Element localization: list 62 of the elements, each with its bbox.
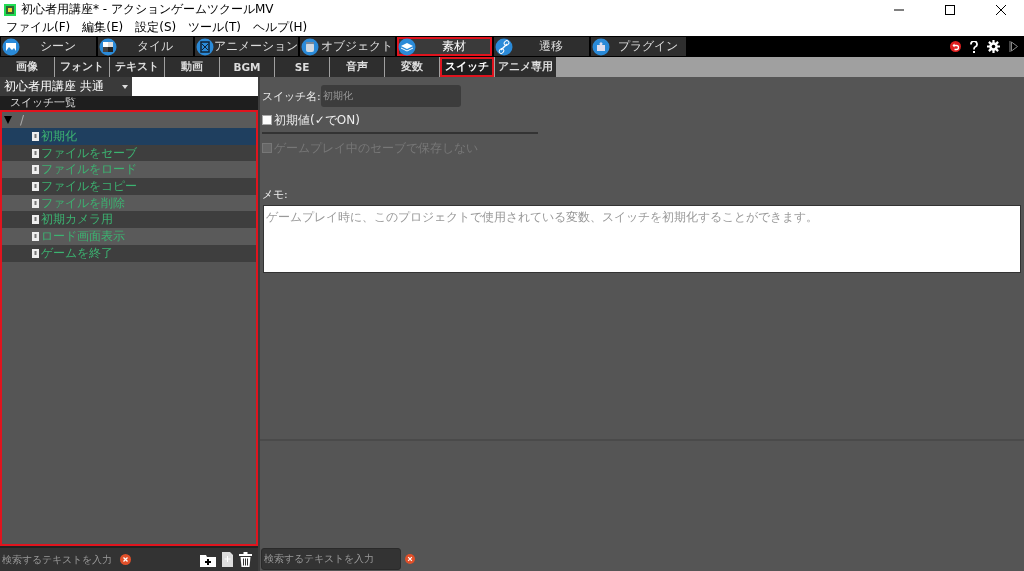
sub-tab[interactable]: 音声 — [330, 57, 384, 77]
clear-icon[interactable] — [120, 554, 131, 565]
filter-field[interactable] — [131, 77, 258, 96]
sub-tab[interactable]: アニメ専用 — [495, 57, 556, 77]
option-checkbox[interactable]: 初期値(✓でON) — [262, 112, 1024, 128]
main-tab[interactable]: タイル — [98, 37, 193, 56]
field-label: メモ: — [262, 187, 289, 202]
menu-item[interactable]: ファイル(F) — [4, 19, 73, 36]
tile-icon — [99, 37, 117, 56]
jar-icon — [301, 37, 319, 56]
sub-tab[interactable]: テキスト — [110, 57, 164, 77]
switch-icon — [32, 248, 39, 258]
tree-item[interactable]: 初期化 — [2, 128, 256, 145]
sub-tab[interactable]: フォント — [55, 57, 109, 77]
sub-tab[interactable]: 動画 — [165, 57, 219, 77]
sub-tab[interactable]: スイッチ — [440, 57, 494, 77]
main-tab[interactable]: シーン — [1, 37, 96, 56]
menu-item[interactable]: 設定(S) — [133, 19, 179, 36]
menu-item[interactable]: 編集(E) — [80, 19, 126, 36]
play-icon[interactable] — [1009, 41, 1018, 52]
window-title: 初心者用講座* - アクションゲームツクールMV — [21, 1, 274, 18]
menu-item[interactable]: ヘルプ(H) — [250, 19, 310, 36]
project-dropdown[interactable]: 初心者用講座 共通 — [0, 77, 132, 96]
panel-header: スイッチ一覧 — [0, 96, 258, 110]
tree-item[interactable]: ファイルをコピー — [2, 178, 256, 195]
menu-item[interactable]: ツール(T) — [186, 19, 243, 36]
sub-tab[interactable]: SE — [275, 57, 329, 77]
switch-icon — [32, 148, 39, 158]
clear-icon[interactable] — [405, 553, 415, 564]
checkbox[interactable] — [262, 115, 272, 125]
sub-tab[interactable]: BGM — [220, 57, 274, 77]
main-tab[interactable]: オブジェクト — [300, 37, 395, 56]
switch-name-field[interactable]: 初期化 — [320, 85, 461, 107]
link-icon — [495, 37, 513, 56]
layers-icon — [398, 37, 416, 56]
search-field[interactable]: 検索するテキストを入力 — [261, 547, 401, 570]
main-tab[interactable]: アニメーション — [195, 37, 298, 56]
settings-icon[interactable] — [987, 40, 1000, 53]
delete-icon[interactable] — [239, 552, 252, 567]
app-icon — [4, 3, 16, 16]
main-tab[interactable]: プラグイン — [591, 37, 686, 56]
undo-icon[interactable] — [950, 41, 961, 52]
switch-icon — [32, 181, 39, 191]
switch-icon — [32, 131, 39, 141]
switch-icon — [32, 165, 39, 175]
sub-tab[interactable]: 変数 — [385, 57, 439, 77]
switch-icon — [32, 215, 39, 225]
photo-icon — [2, 37, 20, 56]
main-tab[interactable]: 遷移 — [494, 37, 589, 56]
tree-item[interactable]: 初期カメラ用 — [2, 211, 256, 229]
expanded-arrow-icon[interactable] — [4, 116, 12, 124]
switch-icon — [32, 198, 39, 208]
dropdown-arrow-icon — [121, 84, 128, 89]
search-field[interactable]: 検索するテキストを入力 — [0, 554, 114, 565]
sub-tab[interactable]: 画像 — [0, 57, 54, 77]
new-item-icon[interactable] — [222, 552, 233, 567]
switch-icon — [32, 231, 39, 241]
main-tab[interactable]: 素材 — [397, 37, 492, 56]
film-icon — [196, 37, 214, 56]
add-folder-icon[interactable] — [200, 552, 216, 567]
field-label: スイッチ名: — [262, 88, 321, 104]
help-icon[interactable] — [970, 40, 978, 53]
